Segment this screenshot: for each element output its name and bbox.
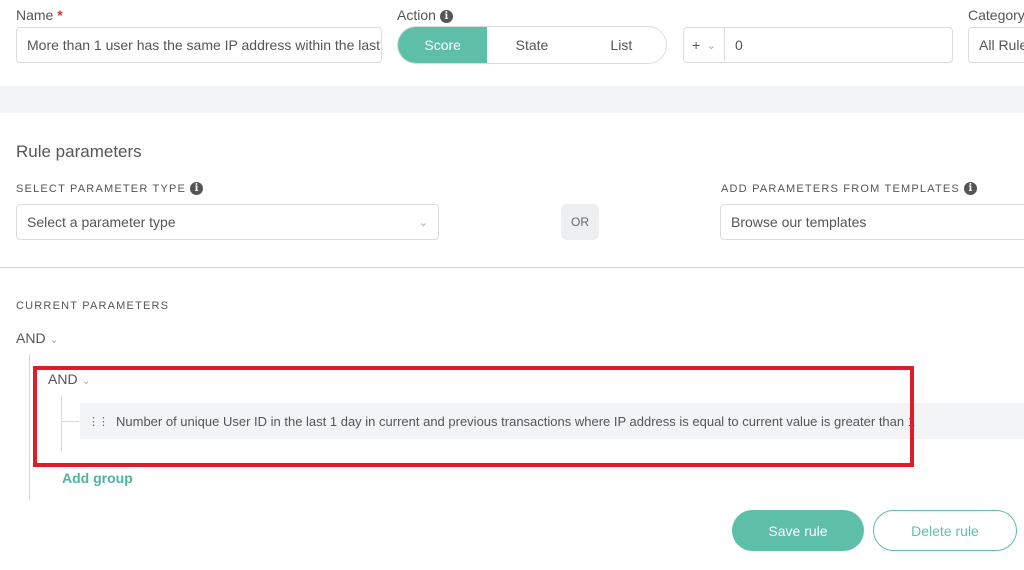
name-input-value: More than 1 user has the same IP address…: [27, 37, 381, 53]
templates-placeholder: Browse our templates: [731, 214, 867, 230]
name-label: Name *: [16, 7, 63, 23]
chevron-down-icon: ⌄: [418, 216, 428, 229]
action-tab-list[interactable]: List: [577, 27, 666, 63]
section-divider: [0, 267, 1024, 268]
required-asterisk: *: [57, 7, 63, 23]
templates-label: ADD PARAMETERS FROM TEMPLATES i: [721, 182, 977, 195]
chevron-down-icon: ⌄: [706, 39, 716, 52]
score-sign-value: +: [692, 37, 701, 53]
action-tab-state[interactable]: State: [487, 27, 576, 63]
info-icon[interactable]: i: [190, 182, 204, 195]
add-group-link[interactable]: Add group: [62, 470, 133, 486]
or-divider-badge: OR: [561, 204, 599, 240]
info-icon[interactable]: i: [439, 10, 453, 23]
root-operator-select[interactable]: AND ⌄: [16, 330, 59, 346]
section-divider-band: [0, 86, 1024, 113]
current-parameters-label: CURRENT PARAMETERS: [16, 300, 170, 312]
parameter-type-select[interactable]: Select a parameter type ⌄: [16, 204, 439, 240]
name-input[interactable]: More than 1 user has the same IP address…: [16, 27, 382, 63]
category-select[interactable]: All Rule: [968, 27, 1024, 63]
chevron-down-icon: ⌄: [49, 334, 59, 346]
templates-select[interactable]: Browse our templates: [720, 204, 1024, 240]
score-value-input[interactable]: 0: [724, 27, 953, 63]
root-operator-value: AND: [16, 330, 46, 346]
category-label: Category: [968, 7, 1024, 23]
action-label: Action i: [397, 7, 453, 23]
score-value-text: 0: [735, 37, 743, 53]
rule-parameters-title: Rule parameters: [16, 142, 142, 161]
tree-connector-root: [29, 354, 30, 500]
parameter-type-placeholder: Select a parameter type: [27, 214, 176, 230]
select-parameter-type-label: SELECT PARAMETER TYPE i: [16, 182, 204, 195]
delete-rule-button[interactable]: Delete rule: [873, 510, 1017, 551]
action-tab-score[interactable]: Score: [398, 27, 488, 63]
highlight-box: [33, 366, 914, 467]
info-icon[interactable]: i: [963, 182, 977, 195]
category-value: All Rule: [979, 37, 1024, 53]
save-rule-button[interactable]: Save rule: [732, 510, 864, 551]
score-sign-select[interactable]: + ⌄: [683, 27, 725, 63]
action-segmented-control[interactable]: Score State List: [397, 26, 667, 64]
